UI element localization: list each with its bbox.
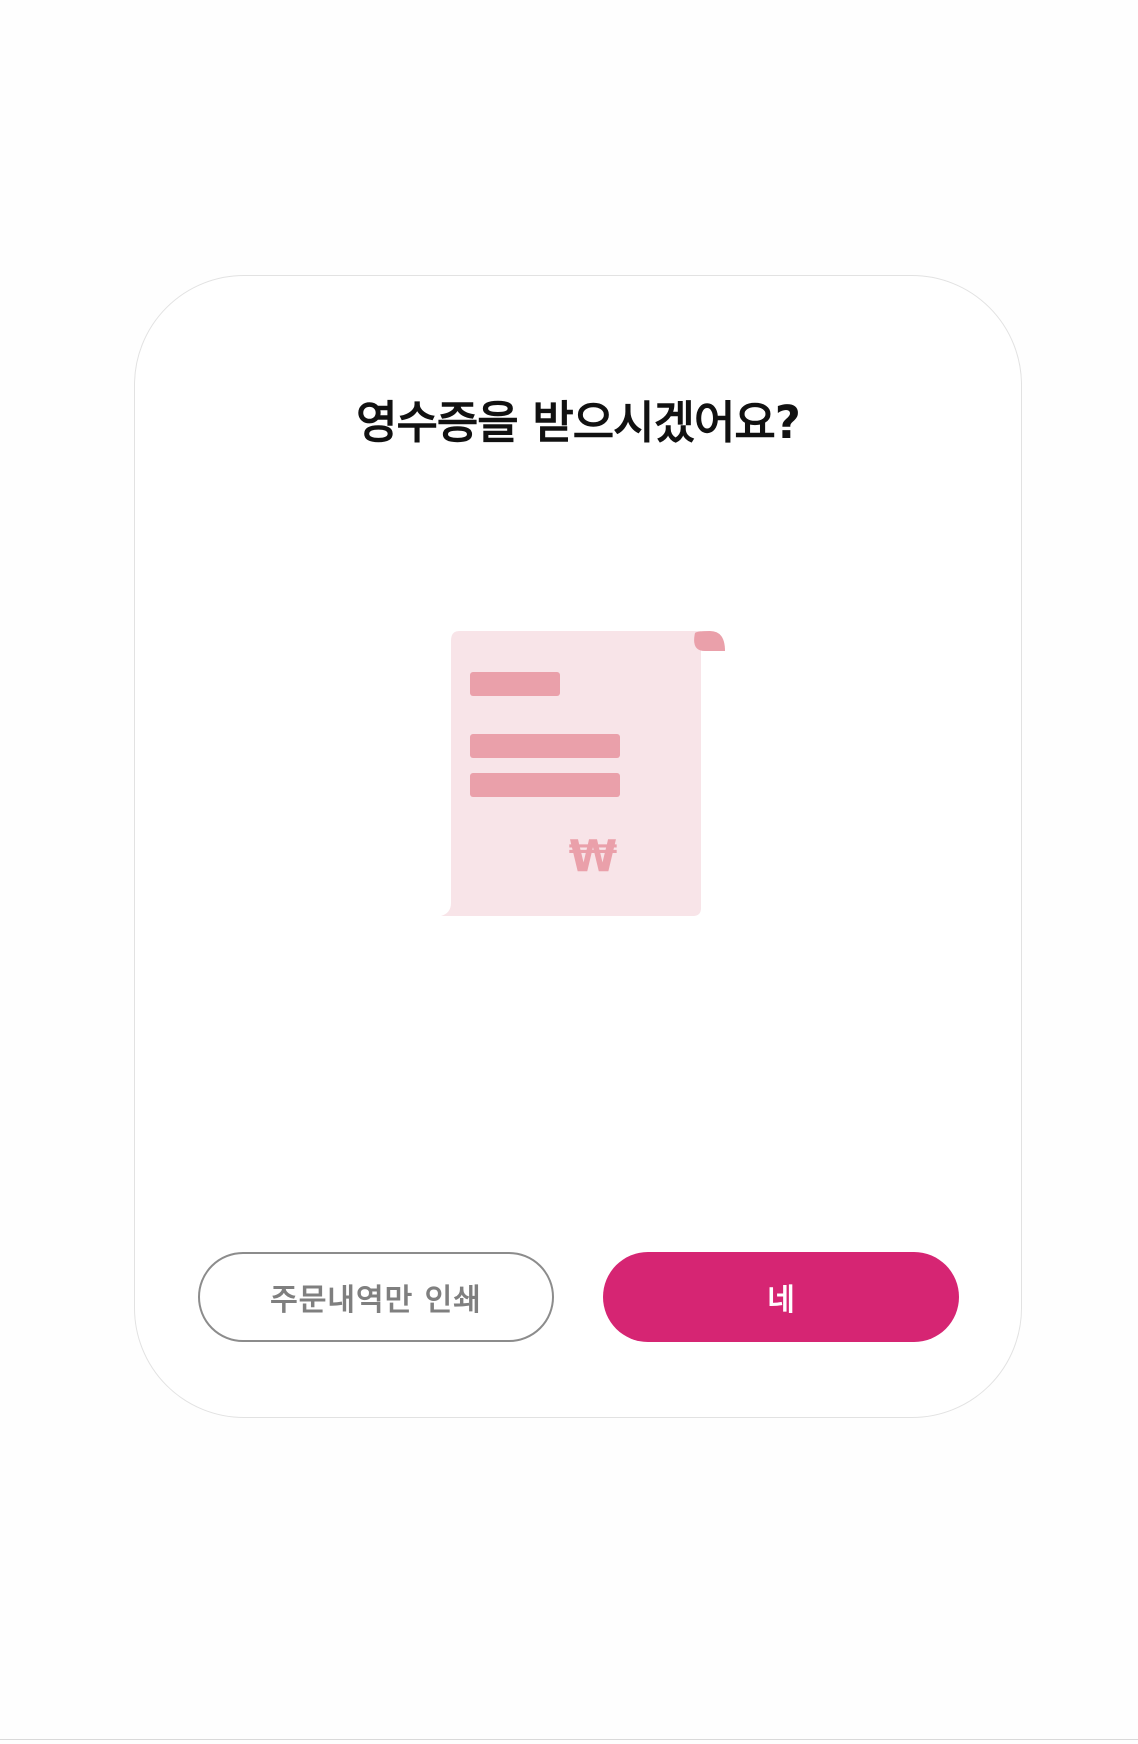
- won-sign: ₩: [569, 831, 618, 882]
- yes-button[interactable]: 네: [603, 1252, 959, 1342]
- receipt-icon: ₩: [441, 631, 725, 916]
- dialog-title: 영수증을 받으시겠어요?: [356, 396, 801, 449]
- receipt-dialog: 영수증을 받으시겠어요? ₩ 주문내역만 인쇄 네: [134, 275, 1022, 1418]
- bottom-divider: [0, 1739, 1138, 1740]
- print-order-only-button[interactable]: 주문내역만 인쇄: [198, 1252, 554, 1342]
